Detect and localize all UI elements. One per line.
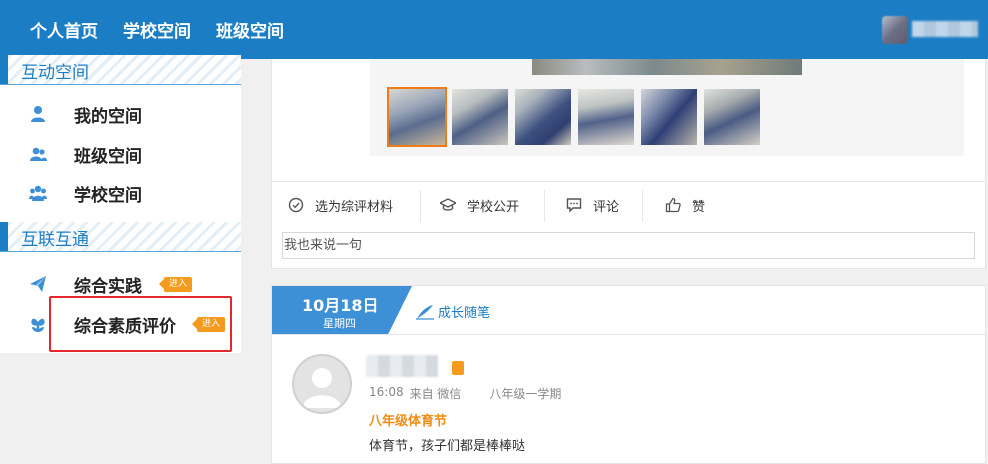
graduation-cap-icon xyxy=(440,198,456,211)
group-icon xyxy=(29,185,47,201)
author-level-badge xyxy=(452,361,464,375)
enter-badge[interactable]: 进入 xyxy=(158,276,193,292)
photo-gallery xyxy=(370,59,964,156)
nav-personal-home[interactable]: 个人首页 xyxy=(30,17,98,42)
feather-pen-icon xyxy=(416,304,434,320)
top-nav: 个人首页 学校空间 班级空间 xyxy=(30,0,309,59)
entry-body: 体育节，孩子们都是棒棒哒 xyxy=(369,439,526,454)
author-avatar[interactable] xyxy=(292,354,352,414)
weekday-label: 星期四 xyxy=(323,317,356,330)
sidebar-item-label: 班级空间 xyxy=(74,146,142,167)
sidebar-bottom-space xyxy=(0,353,255,464)
entry-grade: 八年级一学期 xyxy=(489,387,562,401)
post-action-bar: 选为综评材料 学校公开 评论 赞 xyxy=(272,181,985,227)
main-photo[interactable] xyxy=(532,59,802,75)
photo-thumbnail[interactable] xyxy=(452,89,508,145)
divider xyxy=(272,334,985,335)
action-label: 评论 xyxy=(593,199,620,215)
comment-input[interactable] xyxy=(282,232,975,259)
category-link[interactable]: 成长随笔 xyxy=(415,302,490,321)
date-tab: 10月18日 星期四 xyxy=(272,286,412,334)
top-navbar: 个人首页 学校空间 班级空间 xyxy=(0,0,988,59)
sidebar-item-label: 学校空间 xyxy=(74,185,142,206)
section-accent-bar xyxy=(0,222,8,251)
select-material-button[interactable]: 选为综评材料 xyxy=(288,182,393,228)
entry-time: 16:08 xyxy=(369,385,404,399)
post-card: 选为综评材料 学校公开 评论 赞 xyxy=(271,59,986,269)
sidebar-item-my-space[interactable]: 我的空间 xyxy=(0,96,241,132)
sidebar-item-school-space[interactable]: 学校空间 xyxy=(0,175,241,211)
flower-icon xyxy=(31,318,45,332)
divider xyxy=(642,190,643,222)
photo-thumbnail[interactable] xyxy=(704,89,760,145)
author-name-redacted[interactable] xyxy=(366,355,438,377)
comment-icon xyxy=(566,198,582,213)
timeline-day-card: 10月18日 星期四 成长随笔 16:08 来自 微信 八年级一学期 八年级体育… xyxy=(271,285,986,464)
sidebar-item-label: 综合实践 xyxy=(74,276,142,297)
section-header-interactive-space: 互动空间 xyxy=(0,55,241,85)
photo-thumbnail[interactable] xyxy=(387,87,447,147)
check-circle-icon xyxy=(288,197,304,213)
section-title: 互动空间 xyxy=(21,63,89,83)
divider xyxy=(544,190,545,222)
action-label: 学校公开 xyxy=(467,199,520,215)
users-icon xyxy=(30,147,47,161)
highlight-annotation-box xyxy=(49,296,232,352)
sidebar-item-label: 我的空间 xyxy=(74,106,142,127)
nav-school-space[interactable]: 学校空间 xyxy=(123,17,191,42)
user-name-redacted[interactable] xyxy=(912,21,978,37)
photo-thumbnail[interactable] xyxy=(515,89,571,145)
thumbs-up-icon xyxy=(665,197,681,213)
photo-thumbnail[interactable] xyxy=(641,89,697,145)
category-label: 成长随笔 xyxy=(438,306,491,321)
action-label: 选为综评材料 xyxy=(315,199,394,215)
user-avatar[interactable] xyxy=(882,16,908,44)
entry-source: 来自 微信 xyxy=(409,387,462,401)
section-title: 互联互通 xyxy=(21,230,89,250)
photo-thumbnail[interactable] xyxy=(578,89,634,145)
nav-class-space[interactable]: 班级空间 xyxy=(216,17,284,42)
default-avatar-icon xyxy=(303,368,341,408)
sidebar-item-class-space[interactable]: 班级空间 xyxy=(0,136,241,172)
section-accent-bar xyxy=(0,55,8,84)
paper-plane-icon xyxy=(30,276,46,292)
comment-button[interactable]: 评论 xyxy=(566,182,619,228)
like-button[interactable]: 赞 xyxy=(665,182,705,228)
user-icon xyxy=(31,106,45,122)
entry-meta: 16:08 来自 微信 八年级一学期 xyxy=(369,385,567,402)
date-label: 10月18日 xyxy=(302,296,379,315)
divider xyxy=(420,190,421,222)
section-header-interconnect: 互联互通 xyxy=(0,222,241,252)
school-public-button[interactable]: 学校公开 xyxy=(440,182,519,228)
action-label: 赞 xyxy=(692,199,706,215)
entry-title[interactable]: 八年级体育节 xyxy=(369,410,447,429)
